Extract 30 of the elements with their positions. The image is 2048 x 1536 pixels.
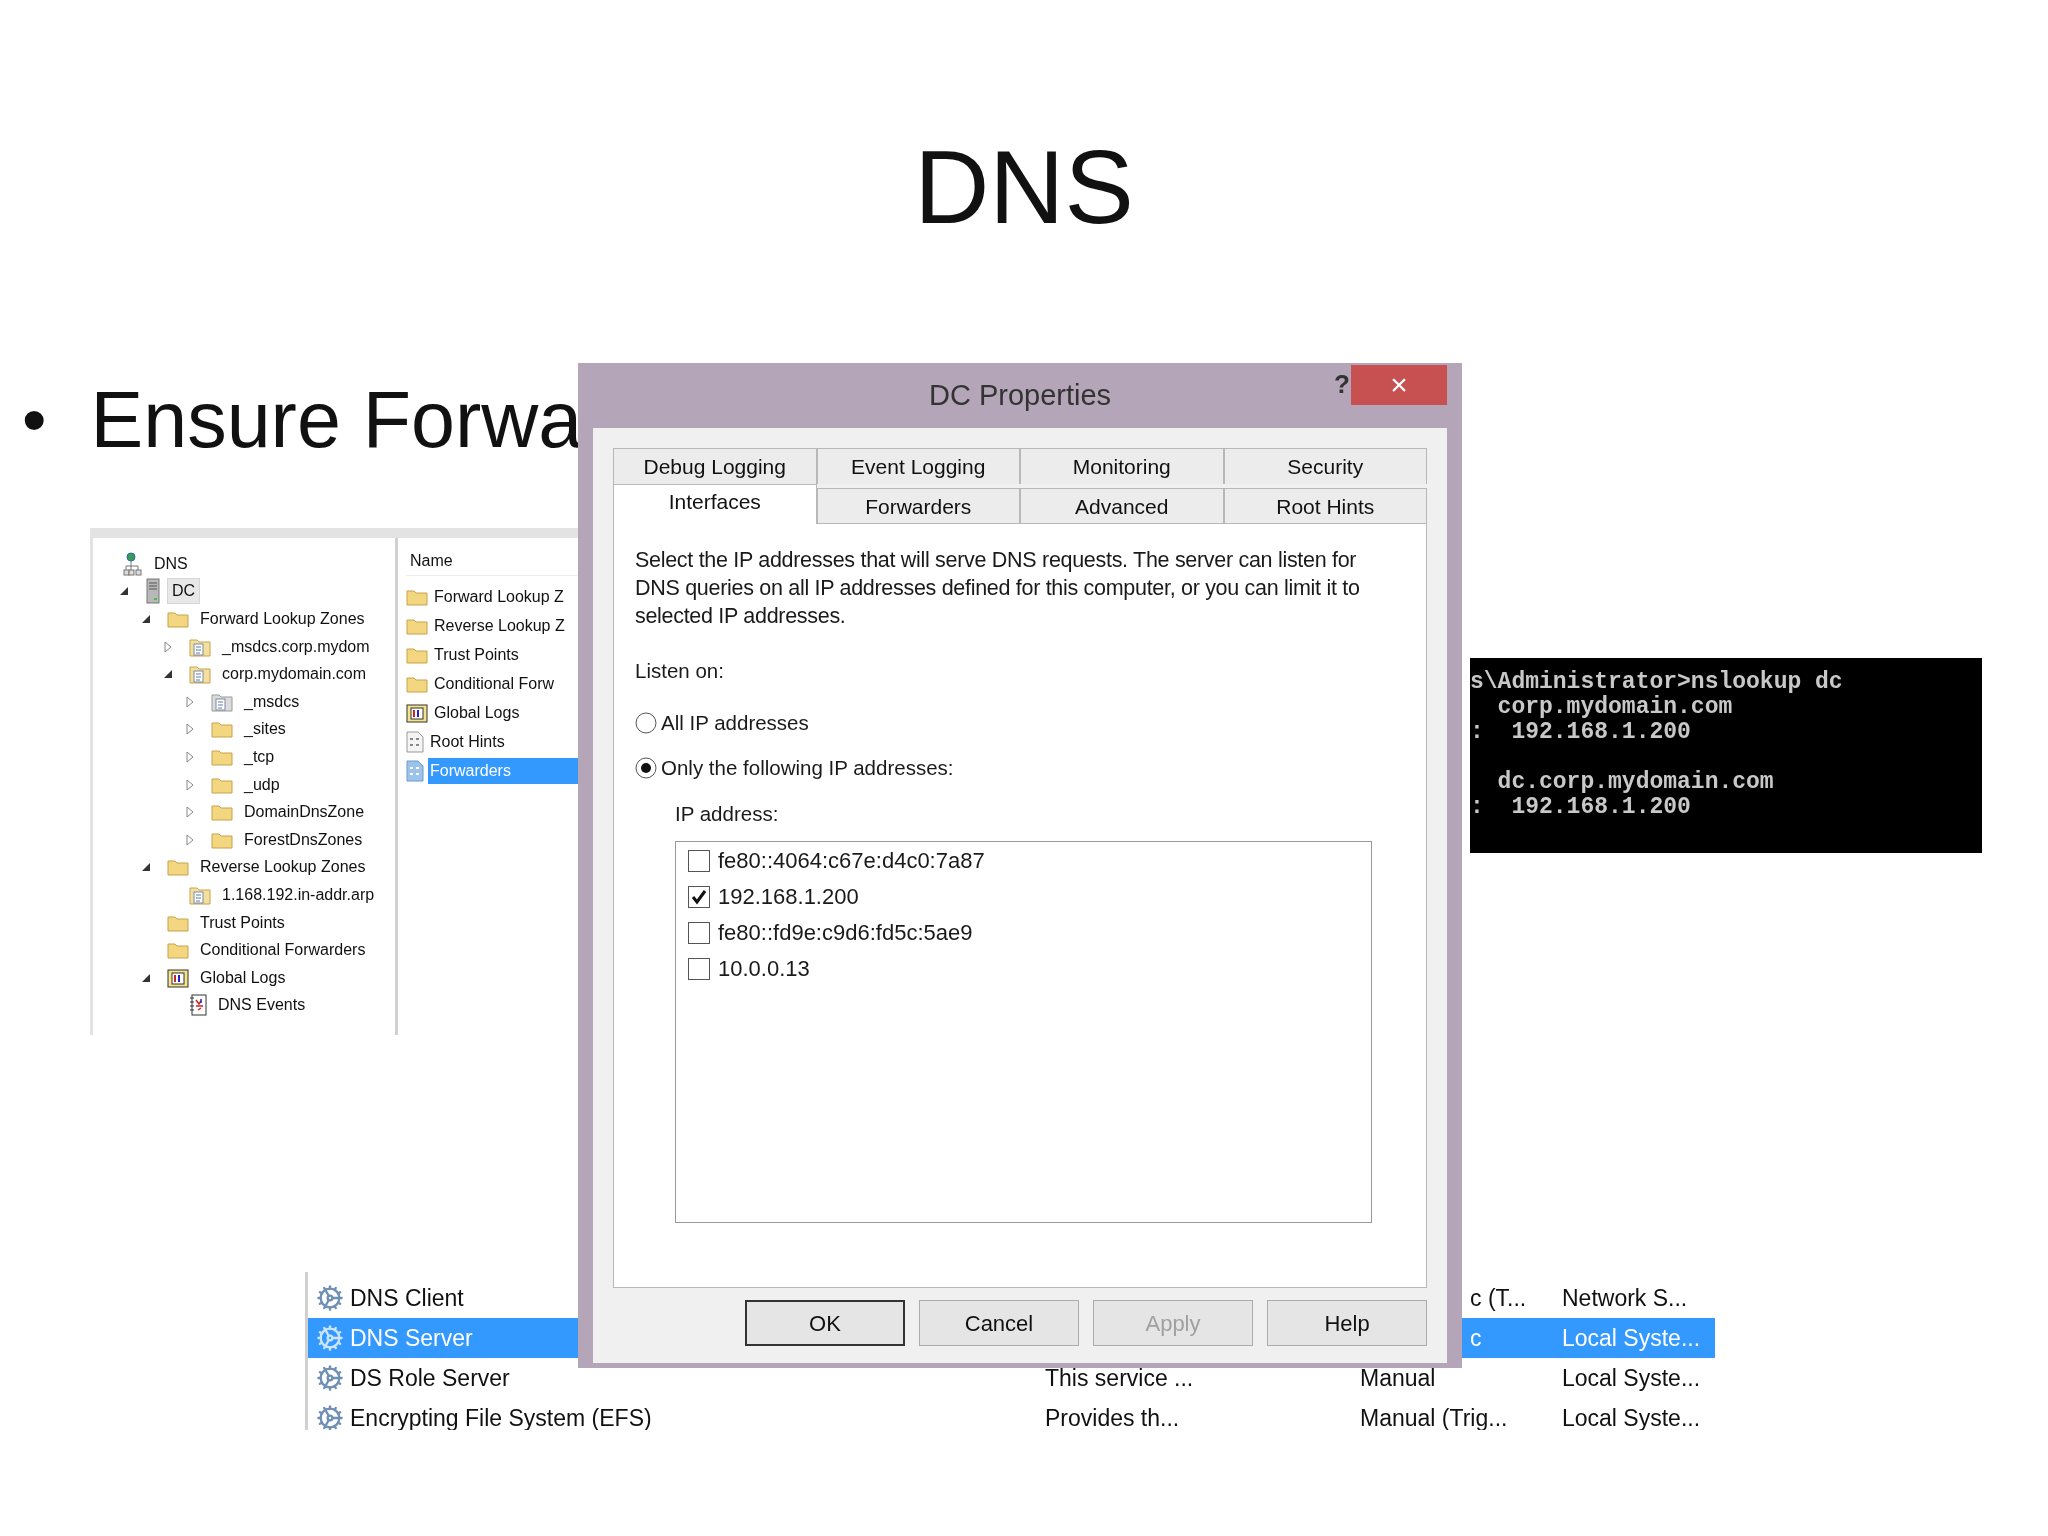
service-startup-type: c: [1469, 1324, 1482, 1351]
console-line: corp.mydomain.com: [1496, 695, 1733, 720]
service-log-on-as: Local Syste...: [1562, 1324, 1701, 1351]
service-startup-type: Manual (Trig...: [1360, 1404, 1508, 1430]
bullet-text: Ensure Forwa: [90, 380, 583, 459]
ip-address: 192.168.1.200: [718, 886, 859, 908]
service-log-on-as: Local Syste...: [1562, 1404, 1701, 1430]
console-line: s\Administrator>nslookup dc: [1470, 670, 1843, 695]
ip-address-label: IP address:: [675, 803, 779, 825]
service-name: Encrypting File System (EFS): [350, 1403, 652, 1430]
service-name: DNS Server: [350, 1323, 473, 1353]
console-line: : 192.168.1.200: [1470, 720, 1691, 745]
slide-title: DNS: [913, 135, 1135, 239]
ip-address: 10.0.0.13: [718, 958, 810, 980]
description-text: Select the IP addresses that will serve DNS requests. The server can listen for DNS queries on all IP addresses defined for this computer, or you can limit it to selected IP addresses.: [635, 547, 1361, 630]
console-line: dc.corp.mydomain.com: [1496, 770, 1774, 795]
service-startup-type: c (T...: [1469, 1284, 1527, 1311]
ip-address: fe80::4064:c67e:d4c0:7a87: [718, 850, 985, 872]
ip-address: fe80::fd9e:c9d6:fd5c:5ae9: [718, 922, 973, 944]
bullet-mark: •: [22, 384, 47, 455]
service-log-on-as: Local Syste...: [1562, 1364, 1701, 1391]
service-name: DS Role Server: [350, 1363, 510, 1393]
service-log-on-as: Network S...: [1562, 1284, 1688, 1311]
service-description: This service ...: [1045, 1364, 1194, 1391]
window-title: DC Properties: [928, 377, 1112, 413]
console-line: : 192.168.1.200: [1470, 795, 1691, 820]
service-name: DNS Client: [350, 1283, 464, 1313]
service-description: Provides th...: [1045, 1404, 1180, 1430]
listen-on-label: Listen on:: [635, 660, 724, 682]
service-startup-type: Manual: [1360, 1364, 1436, 1391]
